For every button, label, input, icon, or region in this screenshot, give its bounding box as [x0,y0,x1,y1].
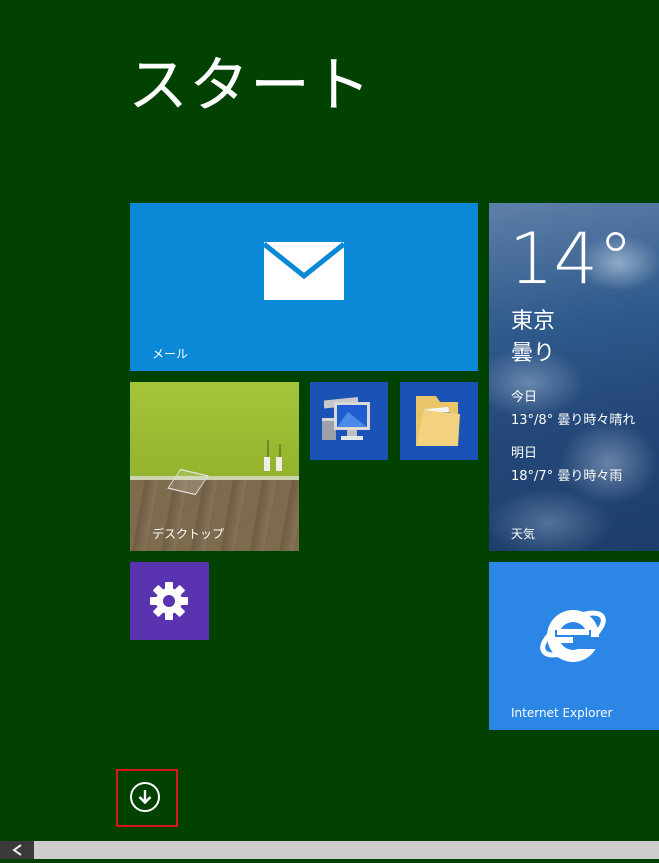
desktop-tile[interactable]: デスクトップ [130,382,299,551]
weather-temperature: 14° [509,218,634,300]
computer-icon [322,396,370,440]
internet-explorer-tile[interactable]: Internet Explorer [489,562,659,730]
weather-today-forecast: 13°/8° 曇り時々晴れ [511,413,636,428]
desktop-wallpaper [130,382,299,480]
folder-tile[interactable] [400,382,478,460]
weather-today-label: 今日 [511,390,538,405]
down-arrow-circle-icon [130,782,160,812]
weather-tomorrow-forecast: 18°/7° 曇り時々雨 [511,469,623,484]
weather-condition: 曇り [511,341,556,366]
desktop-tile-label: デスクトップ [152,527,225,541]
horizontal-scrollbar[interactable] [0,841,659,859]
plant-stem [267,440,269,458]
weather-tile[interactable]: 14° 東京 曇り 今日 13°/8° 曇り時々晴れ 明日 18°/7° 曇り時… [489,203,659,551]
weather-tile-label: 天気 [511,527,536,541]
vase [264,457,270,471]
weather-tomorrow-label: 明日 [511,446,538,461]
scroll-thumb[interactable] [34,841,659,859]
down-arrow-icon [138,790,152,805]
folder-icon [416,396,460,446]
internet-explorer-icon [540,610,606,662]
settings-tile[interactable] [130,562,209,640]
mail-envelope-icon [264,242,344,300]
all-apps-button[interactable] [116,769,178,827]
vase [276,457,282,471]
plant-stem [279,444,281,458]
chevron-left-icon [12,844,22,856]
weather-city: 東京 [511,309,556,334]
gear-icon [150,582,188,620]
mail-tile-label: メール [152,347,189,361]
scroll-left-button[interactable] [0,841,34,859]
start-title: スタート [128,51,372,121]
mail-tile[interactable]: メール [130,203,478,371]
computer-tile[interactable] [310,382,388,460]
ie-tile-label: Internet Explorer [511,706,613,720]
